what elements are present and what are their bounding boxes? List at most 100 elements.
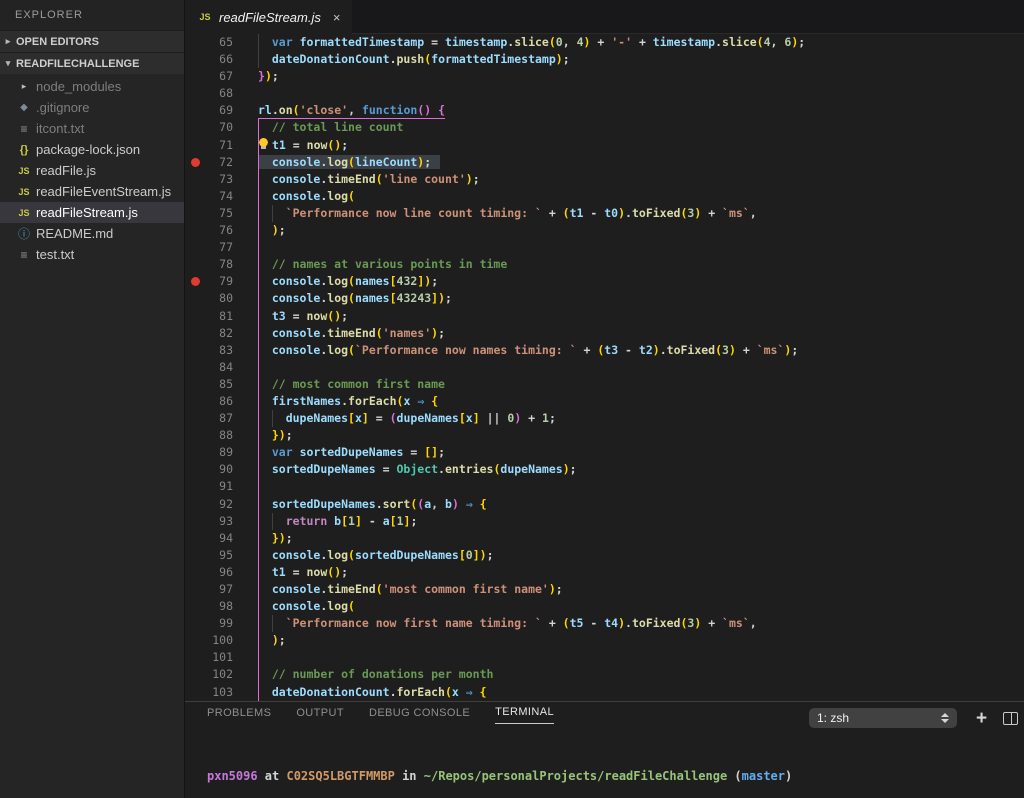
line-number[interactable]: 100 <box>205 632 233 649</box>
breakpoint-gutter[interactable] <box>185 85 205 102</box>
breakpoint-gutter[interactable] <box>185 359 205 376</box>
line-number[interactable]: 94 <box>205 530 233 547</box>
line-number[interactable]: 103 <box>205 684 233 701</box>
tab-readfilestream[interactable]: JS readFileStream.js × <box>185 0 352 34</box>
file-row-readfile-js[interactable]: JSreadFile.js <box>0 160 184 181</box>
line-number[interactable]: 66 <box>205 51 233 68</box>
code-line[interactable]: 88 }); <box>185 427 1024 444</box>
new-terminal-icon[interactable]: + <box>976 709 987 728</box>
breakpoint-gutter[interactable] <box>185 581 205 598</box>
code-line[interactable]: 84 <box>185 359 1024 376</box>
code-line[interactable]: 89 var sortedDupeNames = []; <box>185 444 1024 461</box>
panel-tab-output[interactable]: OUTPUT <box>296 703 344 724</box>
line-number[interactable]: 85 <box>205 376 233 393</box>
breakpoint-gutter[interactable] <box>185 188 205 205</box>
line-number[interactable]: 92 <box>205 496 233 513</box>
file-row-package-lock-json[interactable]: {}package-lock.json <box>0 139 184 160</box>
breakpoint-gutter[interactable] <box>185 68 205 85</box>
breakpoint-gutter[interactable] <box>185 513 205 530</box>
code-line[interactable]: 99 `Performance now first name timing: `… <box>185 615 1024 632</box>
code-line[interactable]: 77 <box>185 239 1024 256</box>
breakpoint-gutter[interactable] <box>185 205 205 222</box>
breakpoint-gutter[interactable] <box>185 649 205 666</box>
code-line[interactable]: 82 console.timeEnd('names'); <box>185 325 1024 342</box>
code-line[interactable]: 68 <box>185 85 1024 102</box>
breakpoint-gutter[interactable] <box>185 290 205 307</box>
breakpoint-gutter[interactable] <box>185 273 205 290</box>
breakpoint-gutter[interactable] <box>185 308 205 325</box>
line-number[interactable]: 98 <box>205 598 233 615</box>
panel-tab-terminal[interactable]: TERMINAL <box>495 702 554 724</box>
line-number[interactable]: 78 <box>205 256 233 273</box>
line-number[interactable]: 87 <box>205 410 233 427</box>
code-line[interactable]: 87 dupeNames[x] = (dupeNames[x] || 0) + … <box>185 410 1024 427</box>
code-line[interactable]: 79 console.log(names[432]); <box>185 273 1024 290</box>
code-line[interactable]: 71t1 = now(); <box>185 137 1024 154</box>
line-number[interactable]: 101 <box>205 649 233 666</box>
breakpoint-gutter[interactable] <box>185 632 205 649</box>
code-line[interactable]: 96 t1 = now(); <box>185 564 1024 581</box>
line-number[interactable]: 97 <box>205 581 233 598</box>
line-number[interactable]: 81 <box>205 308 233 325</box>
breakpoint-gutter[interactable] <box>185 684 205 701</box>
lightbulb-icon[interactable] <box>258 138 269 151</box>
code-line[interactable]: 83 console.log(`Performance now names ti… <box>185 342 1024 359</box>
breakpoint-gutter[interactable] <box>185 410 205 427</box>
code-line[interactable]: 69rl.on('close', function() { <box>185 102 1024 119</box>
breakpoint-gutter[interactable] <box>185 342 205 359</box>
code-line[interactable]: 81 t3 = now(); <box>185 308 1024 325</box>
line-number[interactable]: 91 <box>205 478 233 495</box>
code-line[interactable]: 92 sortedDupeNames.sort((a, b) ⇒ { <box>185 496 1024 513</box>
line-number[interactable]: 89 <box>205 444 233 461</box>
code-line[interactable]: 76 ); <box>185 222 1024 239</box>
terminal-select[interactable]: 1: zsh <box>809 708 957 728</box>
file-row--gitignore[interactable]: ◆.gitignore <box>0 97 184 118</box>
file-row-readfilestream-js[interactable]: JSreadFileStream.js <box>0 202 184 223</box>
terminal-output[interactable]: pxn5096 at C02SQ5LBGTFMMBP in ~/Repos/pe… <box>185 724 1024 798</box>
breakpoint-gutter[interactable] <box>185 376 205 393</box>
code-line[interactable]: 97 console.timeEnd('most common first na… <box>185 581 1024 598</box>
code-line[interactable]: 66 dateDonationCount.push(formattedTimes… <box>185 51 1024 68</box>
breakpoint-gutter[interactable] <box>185 427 205 444</box>
code-line[interactable]: 85 // most common first name <box>185 376 1024 393</box>
line-number[interactable]: 95 <box>205 547 233 564</box>
code-line[interactable]: 98 console.log( <box>185 598 1024 615</box>
code-line[interactable]: 93 return b[1] - a[1]; <box>185 513 1024 530</box>
breakpoint-gutter[interactable] <box>185 171 205 188</box>
file-row-itcont-txt[interactable]: ≡itcont.txt <box>0 118 184 139</box>
code-line[interactable]: 78 // names at various points in time <box>185 256 1024 273</box>
breakpoint-gutter[interactable] <box>185 496 205 513</box>
code-line[interactable]: 80 console.log(names[43243]); <box>185 290 1024 307</box>
breakpoint-gutter[interactable] <box>185 666 205 683</box>
line-number[interactable]: 72 <box>205 154 233 171</box>
line-number[interactable]: 76 <box>205 222 233 239</box>
code-line[interactable]: 75 `Performance now line count timing: `… <box>185 205 1024 222</box>
breakpoint-icon[interactable] <box>191 158 200 167</box>
file-row-readfileeventstream-js[interactable]: JSreadFileEventStream.js <box>0 181 184 202</box>
breakpoint-gutter[interactable] <box>185 222 205 239</box>
line-number[interactable]: 96 <box>205 564 233 581</box>
line-number[interactable]: 88 <box>205 427 233 444</box>
breakpoint-gutter[interactable] <box>185 34 205 51</box>
file-row-node-modules[interactable]: ▸node_modules <box>0 76 184 97</box>
line-number[interactable]: 69 <box>205 102 233 119</box>
breakpoint-gutter[interactable] <box>185 154 205 171</box>
line-number[interactable]: 102 <box>205 666 233 683</box>
breakpoint-gutter[interactable] <box>185 615 205 632</box>
code-line[interactable]: 101 <box>185 649 1024 666</box>
file-row-test-txt[interactable]: ≡test.txt <box>0 244 184 265</box>
code-line[interactable]: 90 sortedDupeNames = Object.entries(dupe… <box>185 461 1024 478</box>
code-line[interactable]: 100 ); <box>185 632 1024 649</box>
breakpoint-gutter[interactable] <box>185 530 205 547</box>
code-line[interactable]: 86 firstNames.forEach(x ⇒ { <box>185 393 1024 410</box>
code-line[interactable]: 65 var formattedTimestamp = timestamp.sl… <box>185 34 1024 51</box>
line-number[interactable]: 67 <box>205 68 233 85</box>
breakpoint-gutter[interactable] <box>185 461 205 478</box>
code-line[interactable]: 91 <box>185 478 1024 495</box>
file-row-readme-md[interactable]: ⓘREADME.md <box>0 223 184 244</box>
line-number[interactable]: 83 <box>205 342 233 359</box>
line-number[interactable]: 99 <box>205 615 233 632</box>
line-number[interactable]: 71 <box>205 137 233 154</box>
breakpoint-gutter[interactable] <box>185 102 205 119</box>
breakpoint-gutter[interactable] <box>185 239 205 256</box>
